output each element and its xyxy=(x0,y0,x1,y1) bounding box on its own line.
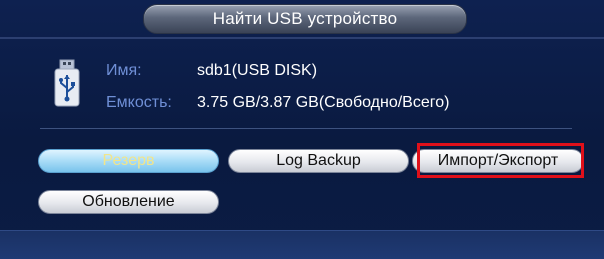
title-divider xyxy=(0,37,604,39)
update-button[interactable]: Обновление xyxy=(38,190,219,214)
update-button-label: Обновление xyxy=(82,193,175,210)
import-export-button[interactable]: Импорт/Экспорт xyxy=(412,149,584,173)
usb-device-dialog: Найти USB устройство Имя: sdb1(USB DISK)… xyxy=(0,0,604,259)
device-name-value: sdb1(USB DISK) xyxy=(197,62,318,79)
log-backup-button[interactable]: Log Backup xyxy=(228,149,409,173)
footer-bar xyxy=(0,230,604,259)
device-capacity-label: Емкость: xyxy=(106,94,172,111)
import-export-button-label: Импорт/Экспорт xyxy=(437,152,559,169)
backup-button[interactable]: Резерв xyxy=(38,149,219,173)
device-capacity-value: 3.75 GB/3.87 GB(Свободно/Всего) xyxy=(197,94,450,111)
usb-drive-icon xyxy=(54,59,80,107)
section-divider xyxy=(40,128,572,129)
log-backup-button-label: Log Backup xyxy=(276,152,361,169)
backup-button-label: Резерв xyxy=(102,152,155,169)
dialog-title-text: Найти USB устройство xyxy=(212,9,398,28)
device-name-label: Имя: xyxy=(106,62,142,79)
dialog-title: Найти USB устройство xyxy=(143,4,467,34)
